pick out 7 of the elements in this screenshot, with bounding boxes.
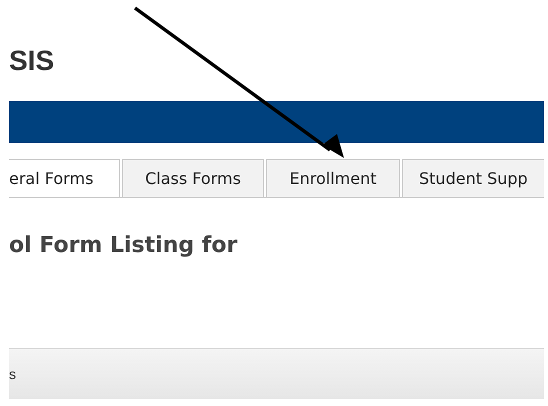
page-heading: ol Form Listing for (9, 232, 238, 260)
site-title: SIS (9, 44, 56, 77)
footer-text: s (9, 366, 16, 382)
tab[interactable]: Student Supp (402, 159, 544, 197)
tab[interactable]: eral Forms (9, 159, 120, 197)
tab[interactable]: Enrollment (266, 159, 400, 197)
tab[interactable]: Class Forms (122, 159, 264, 197)
